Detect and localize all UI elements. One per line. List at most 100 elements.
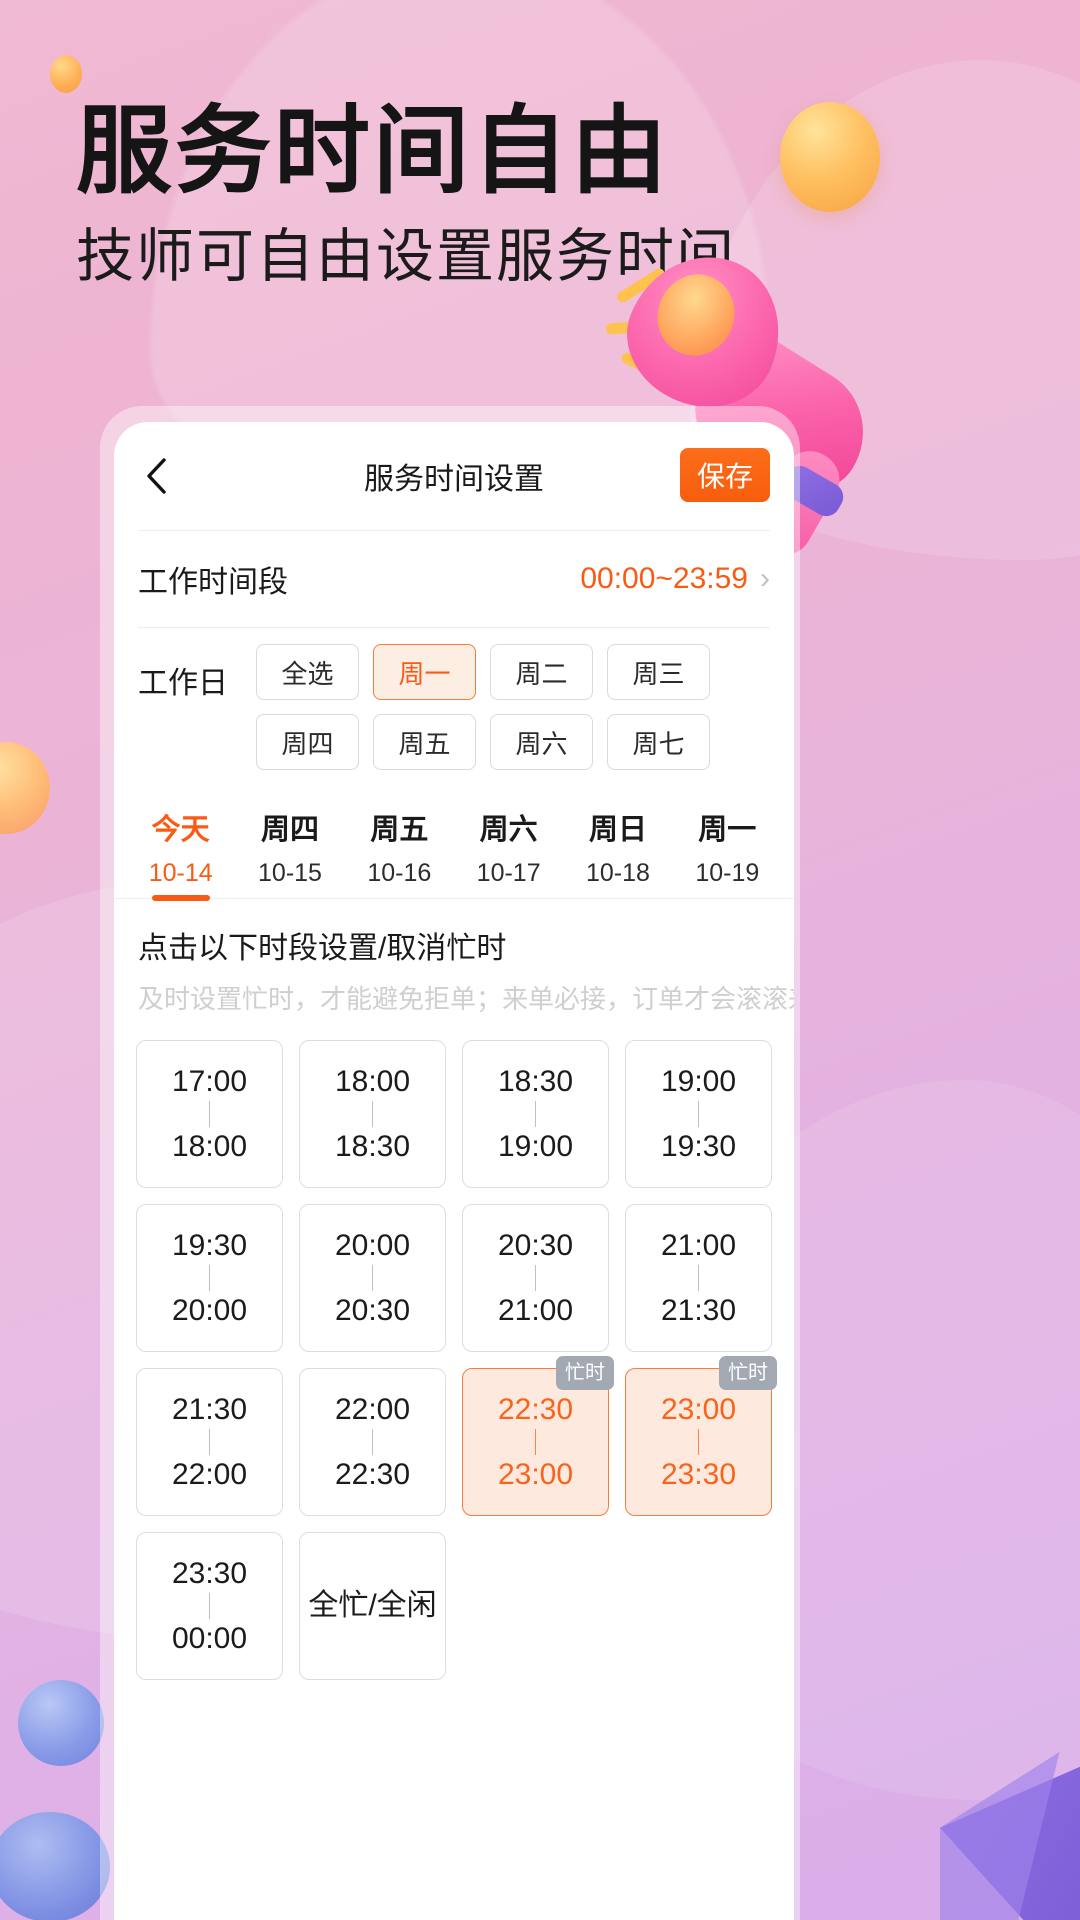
- toggle-all-label: 全忙/全闲: [308, 1589, 437, 1623]
- time-slot-grid: 17:00 18:00 18:00 18:30 18:30 19:00 19:00 19:30…: [114, 1016, 794, 1680]
- chevron-left-icon: [147, 458, 166, 494]
- decor-ball-large-orange: [780, 102, 880, 212]
- decor-ball-blue: [18, 1680, 104, 1766]
- date-tab[interactable]: 周六 10-17: [454, 806, 563, 898]
- weekday-chip[interactable]: 全选: [256, 644, 359, 700]
- slot-start-time: 20:00: [334, 1228, 411, 1262]
- date-tab-date: 10-14: [148, 859, 213, 887]
- time-slot[interactable]: 21:30 22:00: [136, 1368, 283, 1516]
- slot-end-time: 22:00: [171, 1458, 248, 1491]
- slot-separator: [209, 1593, 210, 1619]
- slot-end-time: 22:30: [334, 1458, 411, 1491]
- instructions-title: 点击以下时段设置/取消忙时: [138, 932, 507, 965]
- date-tab[interactable]: 今天 10-14: [126, 806, 235, 898]
- slot-end-time: 18:00: [171, 1130, 248, 1163]
- date-tab-date: 10-16: [367, 859, 432, 887]
- date-tab-dow: 周六: [479, 814, 538, 846]
- slot-start-time: 18:00: [334, 1064, 411, 1098]
- date-tab[interactable]: 周四 10-15: [235, 806, 344, 898]
- slot-start-time: 22:30: [497, 1392, 574, 1426]
- weekday-chip[interactable]: 周三: [607, 644, 710, 700]
- date-tab[interactable]: 周五 10-16: [345, 806, 454, 898]
- slot-end-time: 00:00: [171, 1622, 248, 1655]
- slot-separator: [698, 1429, 699, 1455]
- date-tab[interactable]: 周一 10-19: [673, 806, 782, 898]
- save-button[interactable]: 保存: [680, 448, 770, 502]
- slot-end-time: 18:30: [334, 1130, 411, 1163]
- toggle-all-busy-button[interactable]: 全忙/全闲: [299, 1532, 446, 1680]
- time-slot[interactable]: 17:00 18:00: [136, 1040, 283, 1188]
- slot-end-time: 19:00: [497, 1130, 574, 1163]
- slot-separator: [372, 1429, 373, 1455]
- date-tab-dow: 周一: [698, 814, 757, 846]
- weekday-chip[interactable]: 周六: [490, 714, 593, 770]
- date-tab-dow: 今天: [151, 814, 210, 846]
- date-tab-date: 10-15: [258, 859, 322, 887]
- time-slot[interactable]: 忙时 22:30 23:00: [462, 1356, 614, 1516]
- time-slot[interactable]: 19:30 20:00: [136, 1204, 283, 1352]
- time-slot[interactable]: 23:30 00:00: [136, 1532, 283, 1680]
- work-period-value: 00:00~23:59: [580, 562, 748, 595]
- slot-end-time: 20:00: [171, 1294, 248, 1327]
- date-tab-date: 10-18: [586, 859, 650, 887]
- busy-badge: 忙时: [556, 1356, 614, 1390]
- slot-separator: [535, 1265, 536, 1291]
- slot-start-time: 22:00: [334, 1392, 411, 1426]
- instructions-block: 点击以下时段设置/取消忙时 及时设置忙时，才能避免拒单；来单必接，订单才会滚滚来…: [114, 899, 794, 1016]
- date-tab-dow: 周四: [260, 814, 319, 846]
- slot-separator: [535, 1101, 536, 1127]
- time-slot[interactable]: 21:00 21:30: [625, 1204, 772, 1352]
- date-tab-bar: 今天 10-14 周四 10-15 周五 10-16 周六 10-17 周日 10-18 周一 10-…: [114, 784, 794, 899]
- weekday-chip[interactable]: 周七: [607, 714, 710, 770]
- slot-separator: [698, 1101, 699, 1127]
- slot-start-time: 23:00: [660, 1392, 737, 1426]
- weekday-chip[interactable]: 周五: [373, 714, 476, 770]
- slot-start-time: 20:30: [497, 1228, 574, 1262]
- slot-start-time: 17:00: [171, 1064, 248, 1098]
- chevron-right-icon: ›: [760, 562, 770, 595]
- date-tab-date: 10-19: [695, 859, 760, 887]
- work-period-row[interactable]: 工作时间段 00:00~23:59 ›: [114, 531, 794, 627]
- date-tab-dow: 周日: [588, 814, 647, 846]
- hero-title: 服务时间自由: [76, 98, 670, 205]
- work-period-label: 工作时间段: [138, 566, 288, 599]
- slot-separator: [209, 1429, 210, 1455]
- slot-start-time: 18:30: [497, 1064, 574, 1098]
- decor-ball-blue-2: [0, 1812, 110, 1920]
- decor-ball-left-orange: [0, 742, 50, 834]
- instructions-subtitle: 及时设置忙时，才能避免拒单；来单必接，订单才会滚滚来~: [138, 984, 794, 1014]
- slot-end-time: 21:00: [497, 1294, 574, 1327]
- slot-end-time: 20:30: [334, 1294, 411, 1327]
- weekday-chip[interactable]: 周一: [373, 644, 476, 700]
- time-slot[interactable]: 19:00 19:30: [625, 1040, 772, 1188]
- work-period-value-group: 00:00~23:59 ›: [580, 562, 770, 596]
- weekday-label: 工作日: [138, 667, 228, 700]
- decor-ball-small-orange: [50, 55, 82, 93]
- slot-separator: [698, 1265, 699, 1291]
- slot-end-time: 23:00: [497, 1458, 574, 1491]
- app-header: 服务时间设置 保存: [114, 422, 794, 530]
- busy-badge: 忙时: [719, 1356, 777, 1390]
- slot-start-time: 19:30: [171, 1228, 248, 1262]
- slot-separator: [209, 1265, 210, 1291]
- slot-end-time: 19:30: [660, 1130, 737, 1163]
- time-slot[interactable]: 忙时 23:00 23:30: [625, 1356, 777, 1516]
- slot-separator: [372, 1265, 373, 1291]
- time-slot[interactable]: 18:30 19:00: [462, 1040, 609, 1188]
- weekday-chip[interactable]: 周四: [256, 714, 359, 770]
- slot-separator: [535, 1429, 536, 1455]
- slot-end-time: 21:30: [660, 1294, 737, 1327]
- time-slot[interactable]: 22:00 22:30: [299, 1368, 446, 1516]
- phone-screen: 服务时间设置 保存 工作时间段 00:00~23:59 › 工作日 全选 周一 周二…: [114, 422, 794, 1920]
- date-tab-dow: 周五: [370, 814, 429, 846]
- date-tab[interactable]: 周日 10-18: [563, 806, 672, 898]
- weekday-chip[interactable]: 周二: [490, 644, 593, 700]
- time-slot[interactable]: 20:00 20:30: [299, 1204, 446, 1352]
- slot-separator: [372, 1101, 373, 1127]
- weekday-chip-list: 全选 周一 周二 周三周四 周五 周六 周七: [256, 644, 770, 770]
- weekday-section: 工作日 全选 周一 周二 周三周四 周五 周六 周七: [114, 628, 794, 784]
- back-button[interactable]: [136, 454, 176, 498]
- time-slot[interactable]: 18:00 18:30: [299, 1040, 446, 1188]
- slot-separator: [209, 1101, 210, 1127]
- time-slot[interactable]: 20:30 21:00: [462, 1204, 609, 1352]
